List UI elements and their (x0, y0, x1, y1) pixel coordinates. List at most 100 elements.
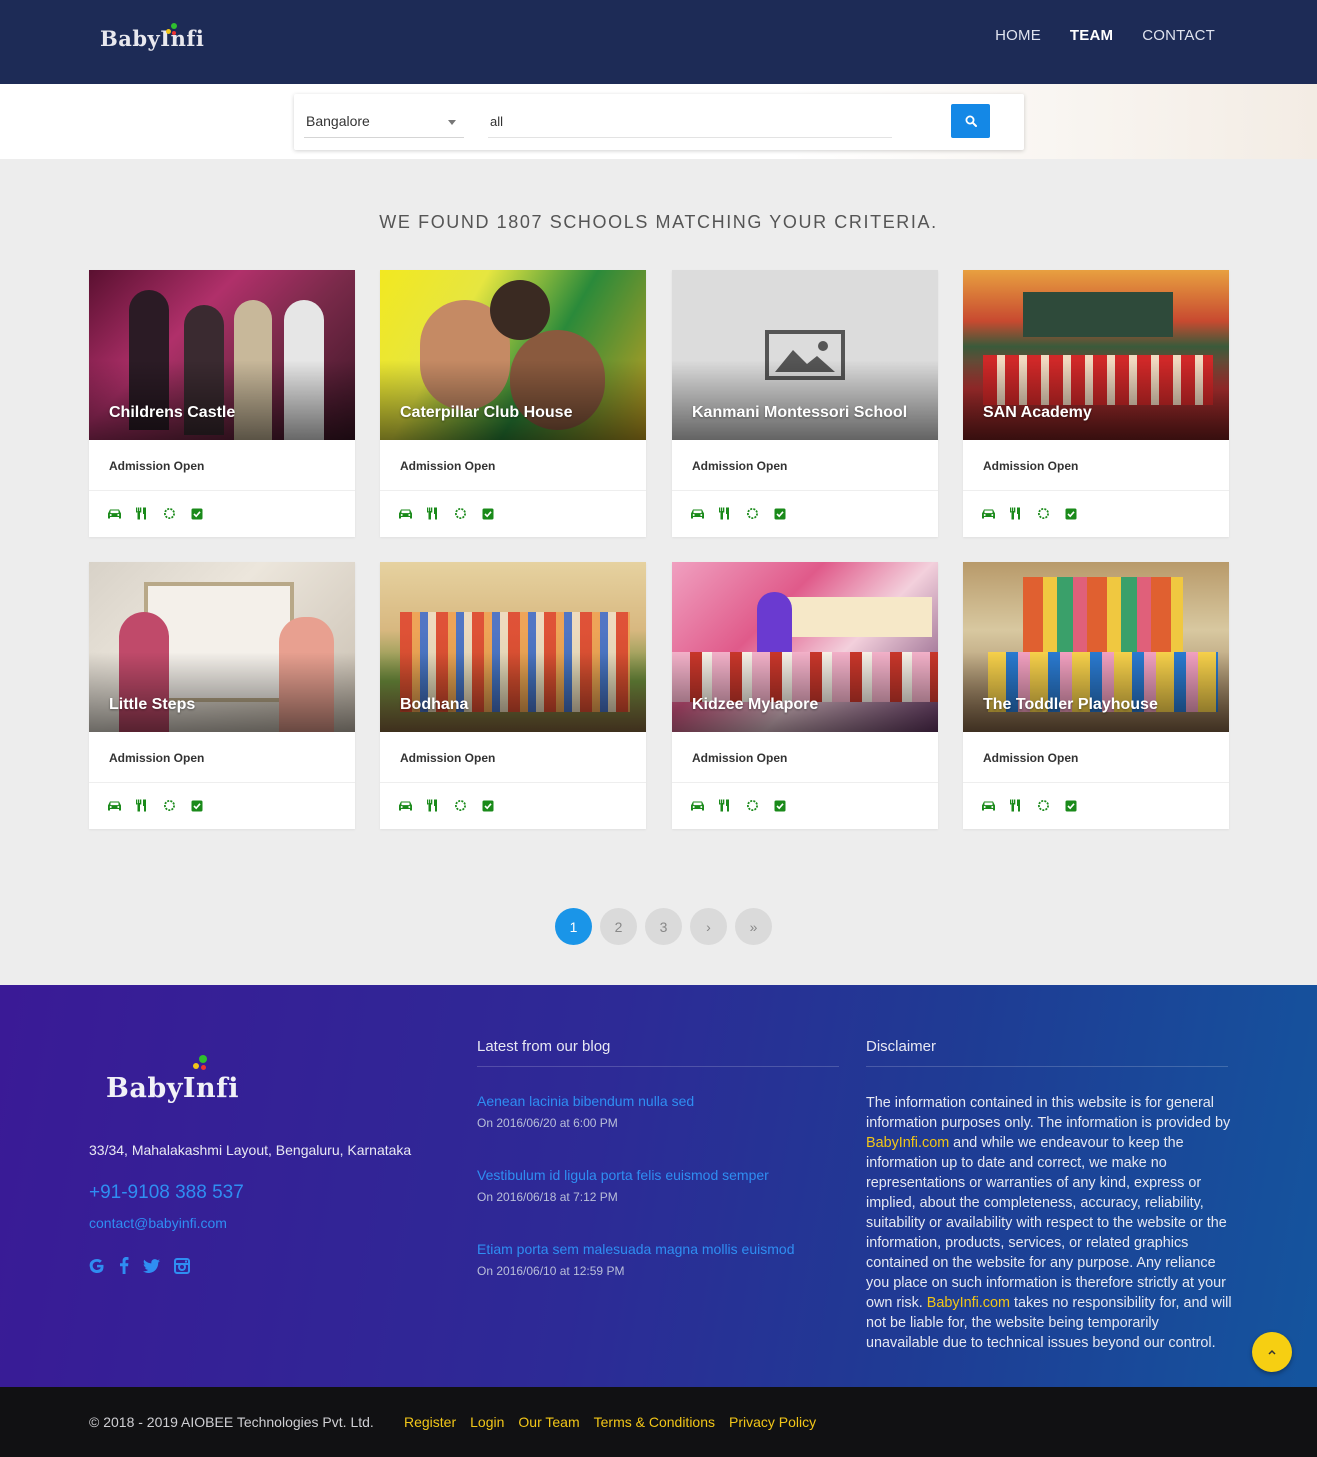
checkbox-icon (482, 507, 496, 521)
checkbox-icon (774, 507, 788, 521)
card-divider (672, 782, 938, 783)
blog-divider (477, 1066, 839, 1067)
last-page-button[interactable]: » (735, 908, 772, 945)
blog-post-link[interactable]: Etiam porta sem malesuada magna mollis e… (477, 1241, 794, 1257)
school-card[interactable]: SAN Academy Admission Open (963, 270, 1229, 537)
food-icon (1009, 507, 1023, 521)
login-link[interactable]: Login (470, 1414, 504, 1430)
nav-contact[interactable]: CONTACT (1142, 27, 1215, 44)
facility-icons (398, 507, 496, 521)
school-card[interactable]: Childrens Castle Admission Open (89, 270, 355, 537)
logo-text: BabyInfi (100, 26, 205, 51)
card-divider (963, 782, 1229, 783)
city-select[interactable]: Bangalore (304, 106, 464, 138)
caret-down-icon (448, 120, 456, 125)
admission-status: Admission Open (983, 751, 1079, 765)
privacy-link[interactable]: Privacy Policy (729, 1414, 816, 1430)
blog-title: Latest from our blog (477, 1038, 611, 1055)
page-2-button[interactable]: 2 (600, 908, 637, 945)
search-band: Bangalore (0, 84, 1317, 159)
footer-email[interactable]: contact@babyinfi.com (89, 1215, 227, 1231)
school-name: SAN Academy (983, 404, 1092, 421)
disclaimer-divider (866, 1066, 1228, 1067)
car-icon (398, 799, 412, 813)
register-link[interactable]: Register (404, 1414, 456, 1430)
admission-status: Admission Open (692, 459, 788, 473)
food-icon (135, 799, 149, 813)
school-card[interactable]: Kidzee Mylapore Admission Open (672, 562, 938, 829)
gear-icon (746, 507, 760, 521)
scroll-to-top-button[interactable] (1252, 1332, 1292, 1372)
facility-icons (690, 799, 788, 813)
footer-phone[interactable]: +91-9108 388 537 (89, 1182, 244, 1204)
car-icon (398, 507, 412, 521)
disclaimer-part: The information contained in this websit… (866, 1095, 1231, 1131)
admission-status: Admission Open (400, 459, 496, 473)
car-icon (107, 507, 121, 521)
page-1-button[interactable]: 1 (555, 908, 592, 945)
pagination: 1 2 3 › » (555, 908, 772, 945)
car-icon (107, 799, 121, 813)
facility-icons (981, 799, 1079, 813)
school-card[interactable]: Kanmani Montessori School Admission Open (672, 270, 938, 537)
blog-post-link[interactable]: Aenean lacinia bibendum nulla sed (477, 1093, 694, 1109)
search-box: Bangalore (294, 94, 1024, 150)
admission-status: Admission Open (400, 751, 496, 765)
card-divider (380, 782, 646, 783)
school-card[interactable]: Little Steps Admission Open (89, 562, 355, 829)
bottom-bar: © 2018 - 2019 AIOBEE Technologies Pvt. L… (0, 1387, 1317, 1457)
blog-post-date: On 2016/06/20 at 6:00 PM (477, 1116, 618, 1130)
blog-post-date: On 2016/06/18 at 7:12 PM (477, 1190, 618, 1204)
card-divider (672, 490, 938, 491)
terms-link[interactable]: Terms & Conditions (594, 1414, 715, 1430)
admission-status: Admission Open (983, 459, 1079, 473)
bottom-links: Register Login Our Team Terms & Conditio… (404, 1414, 816, 1430)
next-page-button[interactable]: › (690, 908, 727, 945)
blog-post-link[interactable]: Vestibulum id ligula porta felis euismod… (477, 1167, 769, 1183)
school-name: Childrens Castle (109, 404, 236, 421)
facility-icons (398, 799, 496, 813)
card-divider (89, 490, 355, 491)
nav-home[interactable]: HOME (995, 27, 1041, 44)
school-card[interactable]: The Toddler Playhouse Admission Open (963, 562, 1229, 829)
checkbox-icon (482, 799, 496, 813)
car-icon (690, 799, 704, 813)
facility-icons (981, 507, 1079, 521)
checkbox-icon (191, 799, 205, 813)
food-icon (135, 507, 149, 521)
footer-address: 33/34, Mahalakashmi Layout, Bengaluru, K… (89, 1142, 412, 1158)
food-icon (718, 799, 732, 813)
checkbox-icon (1065, 507, 1079, 521)
page-3-button[interactable]: 3 (645, 908, 682, 945)
school-name: Caterpillar Club House (400, 404, 573, 421)
logo-dots-icon (193, 1055, 207, 1070)
food-icon (1009, 799, 1023, 813)
google-icon[interactable] (89, 1258, 105, 1274)
search-input[interactable] (488, 106, 892, 138)
site-logo[interactable]: BabyInfi (100, 23, 205, 51)
disclaimer-site-link[interactable]: BabyInfi.com (866, 1135, 949, 1151)
footer-logo-text: BabyInfi (106, 1073, 240, 1104)
gear-icon (454, 507, 468, 521)
search-icon (965, 115, 977, 127)
school-name: The Toddler Playhouse (983, 696, 1158, 713)
our-team-link[interactable]: Our Team (518, 1414, 579, 1430)
car-icon (690, 507, 704, 521)
twitter-icon[interactable] (143, 1258, 160, 1273)
blog-post-date: On 2016/06/10 at 12:59 PM (477, 1264, 625, 1278)
disclaimer-text: The information contained in this websit… (866, 1093, 1234, 1353)
school-card[interactable]: Bodhana Admission Open (380, 562, 646, 829)
nav-team[interactable]: TEAM (1070, 27, 1113, 44)
disclaimer-part: and while we endeavour to keep the infor… (866, 1135, 1227, 1311)
site-header: BabyInfi HOME TEAM CONTACT (0, 0, 1317, 84)
admission-status: Admission Open (109, 459, 205, 473)
school-card[interactable]: Caterpillar Club House Admission Open (380, 270, 646, 537)
search-button[interactable] (951, 104, 990, 138)
facility-icons (690, 507, 788, 521)
school-name: Little Steps (109, 696, 196, 713)
gear-icon (454, 799, 468, 813)
disclaimer-site-link[interactable]: BabyInfi.com (927, 1295, 1010, 1311)
facebook-icon[interactable] (119, 1257, 129, 1274)
footer-logo[interactable]: BabyInfi (106, 1055, 240, 1104)
instagram-icon[interactable] (174, 1257, 190, 1274)
